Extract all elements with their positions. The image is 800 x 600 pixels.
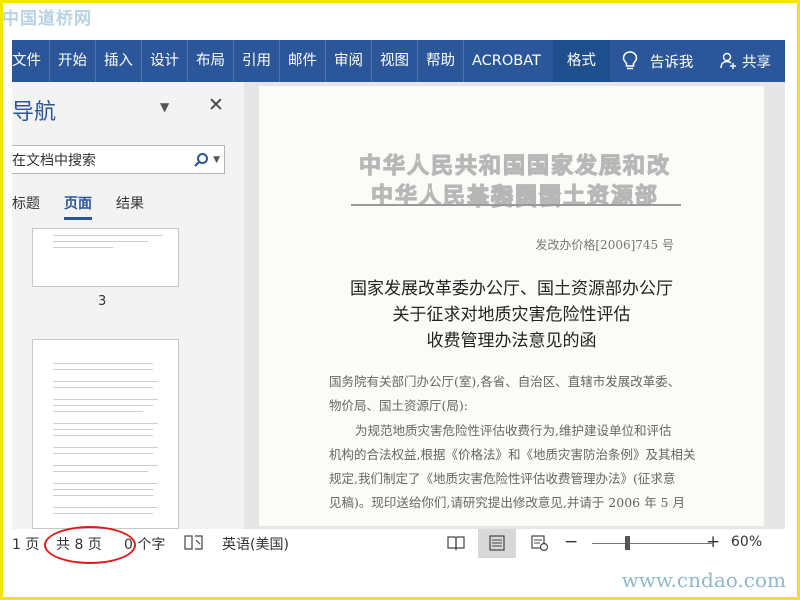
search-input[interactable]: 在文档中搜索	[12, 150, 193, 170]
document-canvas[interactable]: 中华人民共和国国家发展和改革委员会 中华人民共和国国土资源部 发改办价格[200…	[244, 82, 785, 529]
tab-review[interactable]: 审阅	[326, 40, 372, 82]
navigation-pane: 导航 ▼ ✕ 在文档中搜索 ▼ 标题 页面 结果 3	[12, 82, 244, 529]
tell-me-button[interactable]: 告诉我	[622, 51, 694, 72]
zoom-slider-track[interactable]	[592, 543, 712, 544]
document-body-line-3: 为规范地质灾害危险性评估收费行为,维护建设单位和评估	[355, 423, 672, 438]
person-add-icon	[720, 52, 736, 69]
tab-layout[interactable]: 布局	[188, 40, 234, 82]
search-options-icon[interactable]: ▼	[213, 155, 220, 165]
nav-tab-results[interactable]: 结果	[116, 193, 144, 220]
nav-options-dropdown-icon[interactable]: ▼	[160, 100, 169, 114]
nav-tab-pages[interactable]: 页面	[64, 193, 92, 220]
page-thumbnail-4[interactable]	[32, 339, 179, 529]
ribbon-tabs-bar: 文件 开始 插入 设计 布局 引用 邮件 审阅 视图 帮助 ACROBAT 格式…	[12, 40, 785, 82]
zoom-in-button[interactable]: +	[706, 532, 720, 552]
document-body-line-2: 物价局、国土资源厅(局):	[329, 398, 468, 413]
status-page-info[interactable]: 1 页	[12, 534, 39, 554]
document-title-line-3: 收费管理办法意见的函	[426, 331, 597, 351]
document-title-line-1: 国家发展改革委办公厅、国土资源部办公厅	[350, 279, 673, 299]
tab-insert[interactable]: 插入	[96, 40, 142, 82]
document-page[interactable]: 中华人民共和国国家发展和改革委员会 中华人民共和国国土资源部 发改办价格[200…	[259, 86, 764, 526]
print-layout-icon	[489, 535, 505, 551]
header-rule	[351, 204, 681, 206]
document-body-line-1: 国务院有关部门办公厅(室),各省、自治区、直辖市发展改革委、	[329, 374, 681, 389]
tab-help[interactable]: 帮助	[418, 40, 464, 82]
read-mode-icon[interactable]	[446, 534, 466, 552]
document-body-line-4: 机构的合法权益,根据《价格法》和《地质灾害防治条例》及其相关	[329, 447, 696, 462]
tab-acrobat[interactable]: ACROBAT	[464, 40, 549, 82]
zoom-slider-thumb[interactable]	[625, 536, 630, 550]
web-layout-icon[interactable]	[530, 534, 550, 552]
print-layout-view-button[interactable]	[478, 529, 516, 558]
share-label: 共享	[742, 54, 771, 71]
document-title-line-2: 关于征求对地质灾害危险性评估	[392, 305, 631, 325]
highlight-circle	[44, 526, 136, 564]
lightbulb-icon	[622, 51, 638, 70]
share-button[interactable]: 共享	[720, 51, 785, 72]
nav-title: 导航	[12, 100, 57, 125]
nav-search-box[interactable]: 在文档中搜索 ▼	[12, 145, 225, 174]
status-language[interactable]: 英语(美国)	[222, 534, 289, 554]
document-number: 发改办价格[2006]745 号	[535, 238, 674, 252]
tab-format[interactable]: 格式	[552, 40, 610, 82]
proofing-book-icon[interactable]	[184, 534, 204, 552]
zoom-out-button[interactable]: −	[564, 532, 578, 552]
document-body-line-5: 规定,我们制定了《地质灾害危险性评估收费管理办法》(征求意	[329, 471, 676, 486]
search-icon[interactable]	[193, 152, 209, 168]
zoom-level[interactable]: 60%	[731, 534, 762, 550]
nav-tabs: 标题 页面 结果	[12, 193, 168, 220]
tab-mailings[interactable]: 邮件	[280, 40, 326, 82]
tab-file[interactable]: 文件	[12, 40, 50, 82]
page-thumbnail-3[interactable]	[32, 228, 179, 287]
page-thumbnail-number: 3	[98, 294, 107, 309]
tell-me-label: 告诉我	[649, 54, 694, 71]
tab-home[interactable]: 开始	[50, 40, 96, 82]
nav-tab-headings[interactable]: 标题	[12, 193, 40, 220]
nav-close-icon[interactable]: ✕	[208, 94, 224, 116]
document-body-line-6: 见稿)。现印送给你们,请研究提出修改意见,并请于 2006 年 5 月	[329, 495, 685, 510]
watermark-top: 中国道桥网	[2, 9, 92, 29]
tab-view[interactable]: 视图	[372, 40, 418, 82]
tab-design[interactable]: 设计	[142, 40, 188, 82]
watermark-bottom: www.cndao.com	[621, 568, 786, 592]
tab-references[interactable]: 引用	[234, 40, 280, 82]
